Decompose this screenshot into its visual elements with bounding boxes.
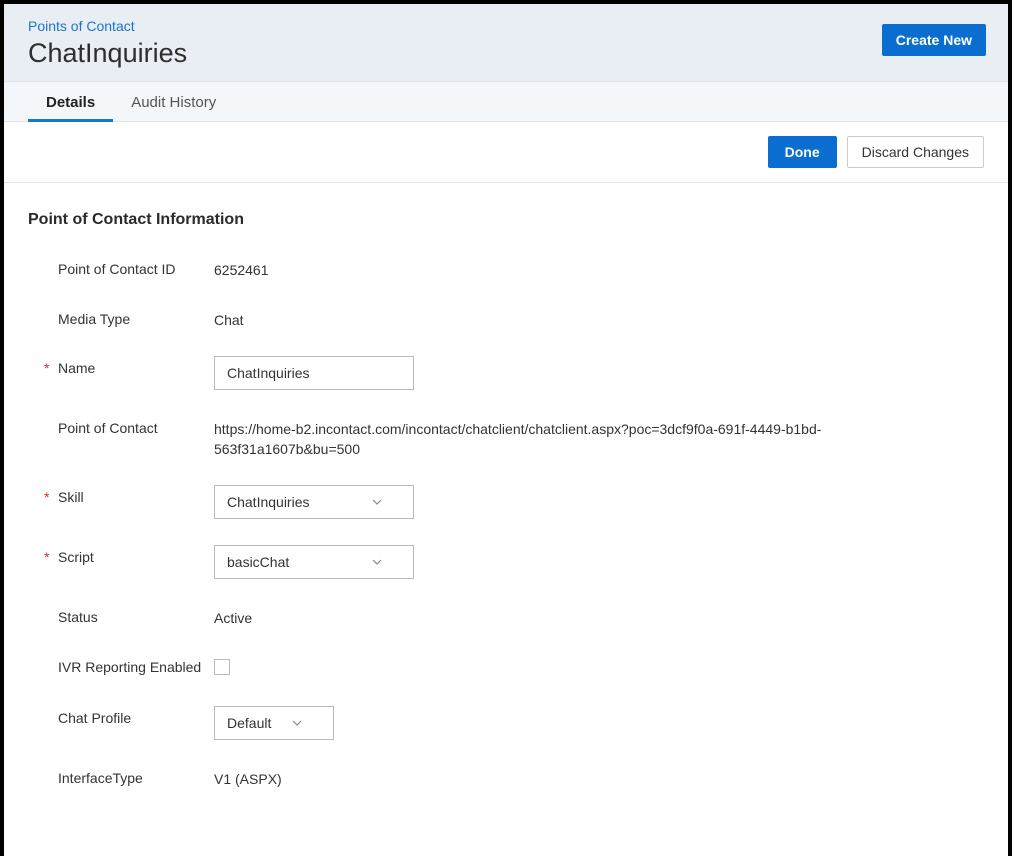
skill-select-value: ChatInquiries bbox=[227, 494, 310, 510]
actions-bar: Done Discard Changes bbox=[4, 122, 1008, 183]
interface-type-value: V1 (ASPX) bbox=[214, 766, 282, 790]
skill-label: Skill bbox=[58, 489, 84, 505]
name-input[interactable] bbox=[214, 356, 414, 390]
discard-changes-button[interactable]: Discard Changes bbox=[847, 136, 984, 168]
tabs: Details Audit History bbox=[4, 81, 1008, 122]
required-asterisk: * bbox=[44, 549, 52, 565]
media-type-value: Chat bbox=[214, 307, 244, 331]
name-label: Name bbox=[58, 360, 95, 376]
ivr-reporting-checkbox[interactable] bbox=[214, 659, 230, 675]
required-asterisk: * bbox=[44, 360, 52, 376]
chevron-down-icon bbox=[371, 556, 383, 568]
media-type-label: Media Type bbox=[58, 311, 130, 327]
chevron-down-icon bbox=[291, 717, 303, 729]
status-value: Active bbox=[214, 605, 252, 629]
required-asterisk: * bbox=[44, 489, 52, 505]
page-title: ChatInquiries bbox=[28, 38, 984, 69]
poc-id-value: 6252461 bbox=[214, 257, 269, 281]
content-panel: Point of Contact Information Point of Co… bbox=[4, 183, 1008, 856]
create-new-button[interactable]: Create New bbox=[882, 24, 986, 56]
chat-profile-label: Chat Profile bbox=[58, 710, 131, 726]
script-select-value: basicChat bbox=[227, 554, 289, 570]
done-button[interactable]: Done bbox=[768, 136, 837, 168]
tab-audit-history[interactable]: Audit History bbox=[113, 82, 234, 121]
poc-id-label: Point of Contact ID bbox=[58, 261, 176, 277]
skill-select[interactable]: ChatInquiries bbox=[214, 485, 414, 519]
ivr-reporting-label: IVR Reporting Enabled bbox=[58, 659, 201, 675]
breadcrumb[interactable]: Points of Contact bbox=[28, 18, 984, 34]
interface-type-label: InterfaceType bbox=[58, 770, 143, 786]
chat-profile-select-value: Default bbox=[227, 715, 271, 731]
status-label: Status bbox=[58, 609, 98, 625]
section-title: Point of Contact Information bbox=[28, 211, 984, 229]
poc-url-label: Point of Contact bbox=[58, 420, 158, 436]
chat-profile-select[interactable]: Default bbox=[214, 706, 334, 740]
script-label: Script bbox=[58, 549, 94, 565]
script-select[interactable]: basicChat bbox=[214, 545, 414, 579]
tab-details[interactable]: Details bbox=[28, 82, 113, 121]
poc-url-value: https://home-b2.incontact.com/incontact/… bbox=[214, 416, 834, 459]
chevron-down-icon bbox=[371, 496, 383, 508]
